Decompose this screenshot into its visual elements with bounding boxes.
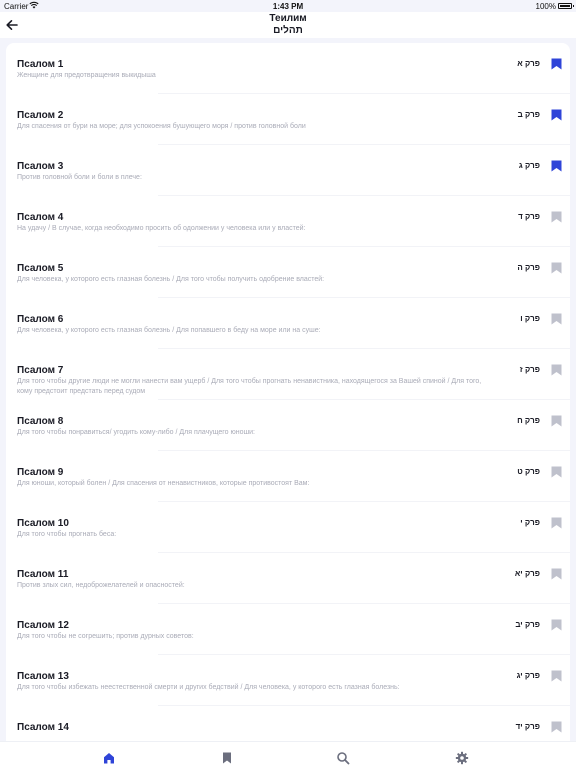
perek-label: פרק ב [517, 110, 540, 119]
psalm-description: Для человека, у которого есть глазная бо… [17, 276, 325, 283]
bookmark-icon[interactable] [551, 160, 562, 172]
tab-search[interactable] [336, 751, 350, 765]
psalm-title: Псалом 14 [17, 722, 69, 733]
tab-bar [0, 741, 576, 768]
tab-home[interactable] [102, 751, 116, 765]
psalm-title: Псалом 1 [17, 59, 64, 70]
list-item[interactable]: Псалом 11 Против злых сил, недоброжелател… [6, 553, 570, 604]
page-subtitle: תהלים [273, 25, 303, 36]
list-item[interactable]: Псалом 7 Для того чтобы другие люди не мо… [6, 349, 570, 400]
psalm-description: Для юноши, который болен / Для спасения … [17, 480, 310, 487]
list-item[interactable]: Псалом 5 Для человека, у которого есть гл… [6, 247, 570, 298]
psalm-description: Против головной боли и боли в плече: [17, 174, 142, 181]
tab-bookmarks[interactable] [220, 751, 234, 765]
list-item[interactable]: Псалом 12 Для того чтобы не согрешить; пр… [6, 604, 570, 655]
psalm-description: Женщине для предотвращения выкидыша [17, 72, 156, 79]
psalm-title: Псалом 3 [17, 161, 64, 172]
battery-icon [558, 3, 574, 9]
page-title: Теилим [269, 13, 307, 24]
list-item[interactable]: Псалом 3 Против головной боли и боли в пл… [6, 145, 570, 196]
perek-label: פרק ח [517, 416, 540, 425]
list-item[interactable]: Псалом 13 Для того чтобы избежать неестес… [6, 655, 570, 706]
bookmark-icon[interactable] [551, 364, 562, 376]
status-bar: Carrier 1:43 PM 100% [0, 0, 576, 12]
list-item[interactable]: Псалом 14 פרק יד [6, 706, 570, 741]
bookmark-icon[interactable] [551, 313, 562, 325]
home-icon [104, 753, 114, 764]
psalm-description: Для того чтобы понравиться/ угодить кому… [17, 429, 255, 436]
bookmark-icon [223, 752, 231, 764]
psalm-title: Псалом 2 [17, 110, 64, 121]
perek-label: פרק ד [518, 212, 540, 221]
bookmark-icon[interactable] [551, 517, 562, 529]
psalm-list: Псалом 1 Женщине для предотвращения выкид… [6, 43, 570, 741]
perek-label: פרק ו [520, 314, 540, 323]
perek-label: פרק יד [515, 722, 540, 731]
psalm-title: Псалом 5 [17, 263, 64, 274]
list-item[interactable]: Псалом 1 Женщине для предотвращения выкид… [6, 43, 570, 94]
perek-label: פרק א [517, 59, 540, 68]
perek-label: פרק יב [515, 620, 540, 629]
bookmark-icon[interactable] [551, 619, 562, 631]
psalm-title: Псалом 7 [17, 365, 64, 376]
search-icon [337, 752, 350, 765]
psalm-title: Псалом 10 [17, 518, 69, 529]
psalm-title: Псалом 4 [17, 212, 64, 223]
perek-label: פרק ה [517, 263, 540, 272]
psalm-description: Для того чтобы другие люди не могли нане… [17, 378, 482, 395]
bookmark-icon[interactable] [551, 211, 562, 223]
list-item[interactable]: Псалом 10 Для того чтобы прогнать беса: פר… [6, 502, 570, 553]
psalm-description: Против злых сил, недоброжелателей и опас… [17, 582, 185, 589]
gear-icon [455, 751, 469, 765]
bookmark-icon[interactable] [551, 568, 562, 580]
bookmark-icon[interactable] [551, 109, 562, 121]
perek-label: פרק ז [519, 365, 540, 374]
list-item[interactable]: Псалом 9 Для юноши, который болен / Для с… [6, 451, 570, 502]
list-item[interactable]: Псалом 6 Для человека, у которого есть гл… [6, 298, 570, 349]
battery-percentage: 100% [535, 2, 556, 11]
perek-label: פרק י [520, 518, 540, 527]
psalm-title: Псалом 9 [17, 467, 64, 478]
psalm-description: Для того чтобы прогнать беса: [17, 531, 117, 538]
psalm-description: Для того чтобы не согрешить; против дурн… [17, 633, 194, 640]
list-item[interactable]: Псалом 4 На удачу / В случае, когда необх… [6, 196, 570, 247]
psalm-description: Для человека, у которого есть глазная бо… [17, 327, 321, 334]
psalm-title: Псалом 13 [17, 671, 69, 682]
perek-label: פרק יא [514, 569, 540, 578]
bookmark-icon[interactable] [551, 721, 562, 733]
psalm-description: Для того чтобы избежать неестественной с… [17, 684, 400, 691]
tab-settings[interactable] [455, 751, 469, 765]
psalm-description: На удачу / В случае, когда необходимо пр… [17, 225, 306, 232]
perek-label: פרק ג [518, 161, 540, 170]
bookmark-icon[interactable] [551, 466, 562, 478]
bookmark-icon[interactable] [551, 415, 562, 427]
bookmark-icon[interactable] [551, 670, 562, 682]
psalm-description: Для спасения от бури на море; для успоко… [17, 123, 306, 130]
psalm-title: Псалом 8 [17, 416, 64, 427]
perek-label: פרק ט [517, 467, 540, 476]
nav-header: Теилим תהלים [0, 12, 576, 38]
psalm-title: Псалом 12 [17, 620, 69, 631]
bookmark-icon[interactable] [551, 58, 562, 70]
psalm-title: Псалом 11 [17, 569, 69, 580]
perek-label: פרק יג [516, 671, 540, 680]
bookmark-icon[interactable] [551, 262, 562, 274]
list-item[interactable]: Псалом 2 Для спасения от бури на море; дл… [6, 94, 570, 145]
psalm-title: Псалом 6 [17, 314, 64, 325]
list-item[interactable]: Псалом 8 Для того чтобы понравиться/ угод… [6, 400, 570, 451]
status-time: 1:43 PM [272, 2, 304, 11]
